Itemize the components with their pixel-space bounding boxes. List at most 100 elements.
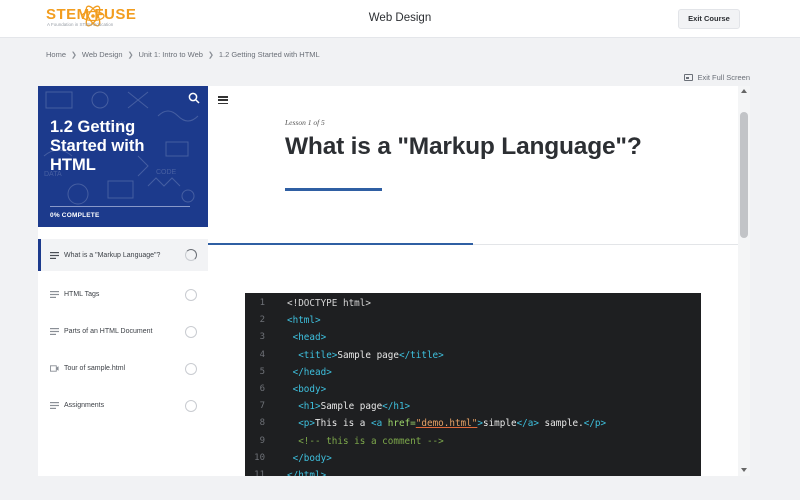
line-number: 1 xyxy=(259,298,265,308)
code-line: 6 <body> xyxy=(245,381,701,398)
code-line: 5 </head> xyxy=(245,364,701,381)
code-line: 8 <p>This is a <a href="demo.html">simpl… xyxy=(245,415,701,432)
exit-fullscreen-label: Exit Full Screen xyxy=(697,73,750,82)
scroll-thumb[interactable] xyxy=(740,112,748,238)
code-token: <!-- this is a comment --> xyxy=(298,435,444,447)
line-number: 7 xyxy=(259,401,265,412)
breadcrumb: Home ❯ Web Design ❯ Unit 1: Intro to Web… xyxy=(46,50,320,59)
lesson-counter: Lesson 1 of 5 xyxy=(285,118,325,127)
line-number: 8 xyxy=(259,418,265,429)
code-token: <a xyxy=(370,418,388,430)
progress-divider xyxy=(50,206,190,207)
code-token: sample. xyxy=(538,418,584,430)
line-number: 11 xyxy=(254,469,265,476)
in-progress-icon xyxy=(185,249,197,261)
sidebar-header: PLAY DATA CODE 1.2 Getting Started with … xyxy=(38,86,208,227)
code-token: <p> xyxy=(298,418,315,430)
chevron-right-icon: ❯ xyxy=(127,51,134,59)
code-line: 1 <!DOCTYPE html> xyxy=(245,295,701,312)
code-text: <!DOCTYPE html> xyxy=(287,295,371,312)
code-line: 2 <html> xyxy=(245,312,701,329)
sidebar-lesson-tour-sample[interactable]: Tour of sample.html xyxy=(38,350,208,387)
scroll-down-arrow-icon[interactable] xyxy=(741,468,747,472)
code-token: </title> xyxy=(398,349,444,361)
exit-fullscreen-icon xyxy=(684,74,694,81)
code-line: 4 <title>Sample page</title> xyxy=(245,347,701,364)
progress-label: 0% COMPLETE xyxy=(50,212,100,219)
line-number: 5 xyxy=(259,366,265,377)
line-number: 2 xyxy=(259,315,265,326)
chevron-right-icon: ❯ xyxy=(207,51,214,59)
code-text: </html> xyxy=(287,467,326,476)
line-number: 6 xyxy=(259,383,265,394)
code-text: <head> xyxy=(287,329,327,346)
sidebar-lesson-html-tags[interactable]: HTML Tags xyxy=(38,276,208,313)
code-text: <!-- this is a comment --> xyxy=(287,433,444,450)
code-text: <body> xyxy=(287,381,327,398)
code-token: <head> xyxy=(292,332,327,344)
hamburger-menu-icon[interactable] xyxy=(218,96,228,105)
line-number: 3 xyxy=(259,332,265,343)
code-token: simple xyxy=(482,418,517,430)
code-text: <h1>Sample page</h1> xyxy=(287,398,410,415)
code-line: 10 </body> xyxy=(245,450,701,467)
sidebar-title: 1.2 Getting Started with HTML xyxy=(50,118,145,174)
breadcrumb-home[interactable]: Home xyxy=(46,50,66,59)
content-scrollbar[interactable] xyxy=(738,86,750,476)
text-lines-icon xyxy=(50,291,59,298)
breadcrumb-unit[interactable]: Unit 1: Intro to Web xyxy=(138,50,202,59)
video-icon xyxy=(50,365,59,372)
code-token: <title> xyxy=(298,349,338,361)
lesson-content: Lesson 1 of 5 What is a "Markup Language… xyxy=(208,86,738,476)
code-line: 11 </html> xyxy=(245,467,701,476)
line-number: 9 xyxy=(259,435,265,446)
exit-course-button[interactable]: Exit Course xyxy=(678,9,740,29)
code-token: This is a xyxy=(315,418,371,430)
code-token: </body> xyxy=(292,452,332,464)
top-bar: STEM FUSE A Foundation in STEM Education… xyxy=(0,0,800,38)
exit-fullscreen-button[interactable]: Exit Full Screen xyxy=(684,73,750,82)
code-token: Sample page xyxy=(337,349,399,361)
code-text: </body> xyxy=(287,450,332,467)
code-text: <title>Sample page</title> xyxy=(287,347,444,364)
scroll-up-arrow-icon[interactable] xyxy=(741,89,747,93)
code-line: 3 <head> xyxy=(245,329,701,346)
search-icon[interactable] xyxy=(188,92,200,104)
code-text: <html> xyxy=(287,312,321,329)
incomplete-circle-icon xyxy=(185,362,197,375)
code-text: </head> xyxy=(287,364,332,381)
incomplete-circle-icon xyxy=(185,399,197,412)
lesson-sidebar: PLAY DATA CODE 1.2 Getting Started with … xyxy=(38,86,208,476)
code-line: 9 <!-- this is a comment --> xyxy=(245,433,701,450)
line-number: 4 xyxy=(259,349,265,360)
lesson-progress-bar xyxy=(208,243,473,245)
code-token: "demo.html" xyxy=(415,418,478,430)
code-token: </a> xyxy=(516,418,539,430)
code-token: </head> xyxy=(292,366,332,378)
code-token: </h1> xyxy=(382,401,411,413)
code-token: <html> xyxy=(287,315,321,327)
code-token: <h1> xyxy=(298,401,321,413)
text-lines-icon xyxy=(50,251,59,259)
breadcrumb-current: 1.2 Getting Started with HTML xyxy=(218,50,320,59)
heading-underline xyxy=(285,188,382,191)
lesson-heading: What is a "Markup Language"? xyxy=(285,133,642,160)
sidebar-lesson-parts-of-html-document[interactable]: Parts of an HTML Document xyxy=(38,313,208,350)
sidebar-lesson-assignments[interactable]: Assignments xyxy=(38,387,208,424)
sidebar-lesson-markup-language[interactable]: What is a "Markup Language"? xyxy=(38,239,208,271)
code-token: Sample page xyxy=(320,401,383,413)
breadcrumb-course[interactable]: Web Design xyxy=(82,50,123,59)
text-lines-icon xyxy=(50,328,59,335)
code-token: <!DOCTYPE html> xyxy=(287,298,371,309)
code-text: <p>This is a <a href="demo.html">simple<… xyxy=(287,415,606,432)
chevron-right-icon: ❯ xyxy=(71,51,77,59)
code-line: 7 <h1>Sample page</h1> xyxy=(245,398,701,415)
code-token: <body> xyxy=(292,383,327,395)
code-token: </p> xyxy=(583,418,607,430)
line-number: 10 xyxy=(254,452,265,463)
incomplete-circle-icon xyxy=(185,325,197,338)
